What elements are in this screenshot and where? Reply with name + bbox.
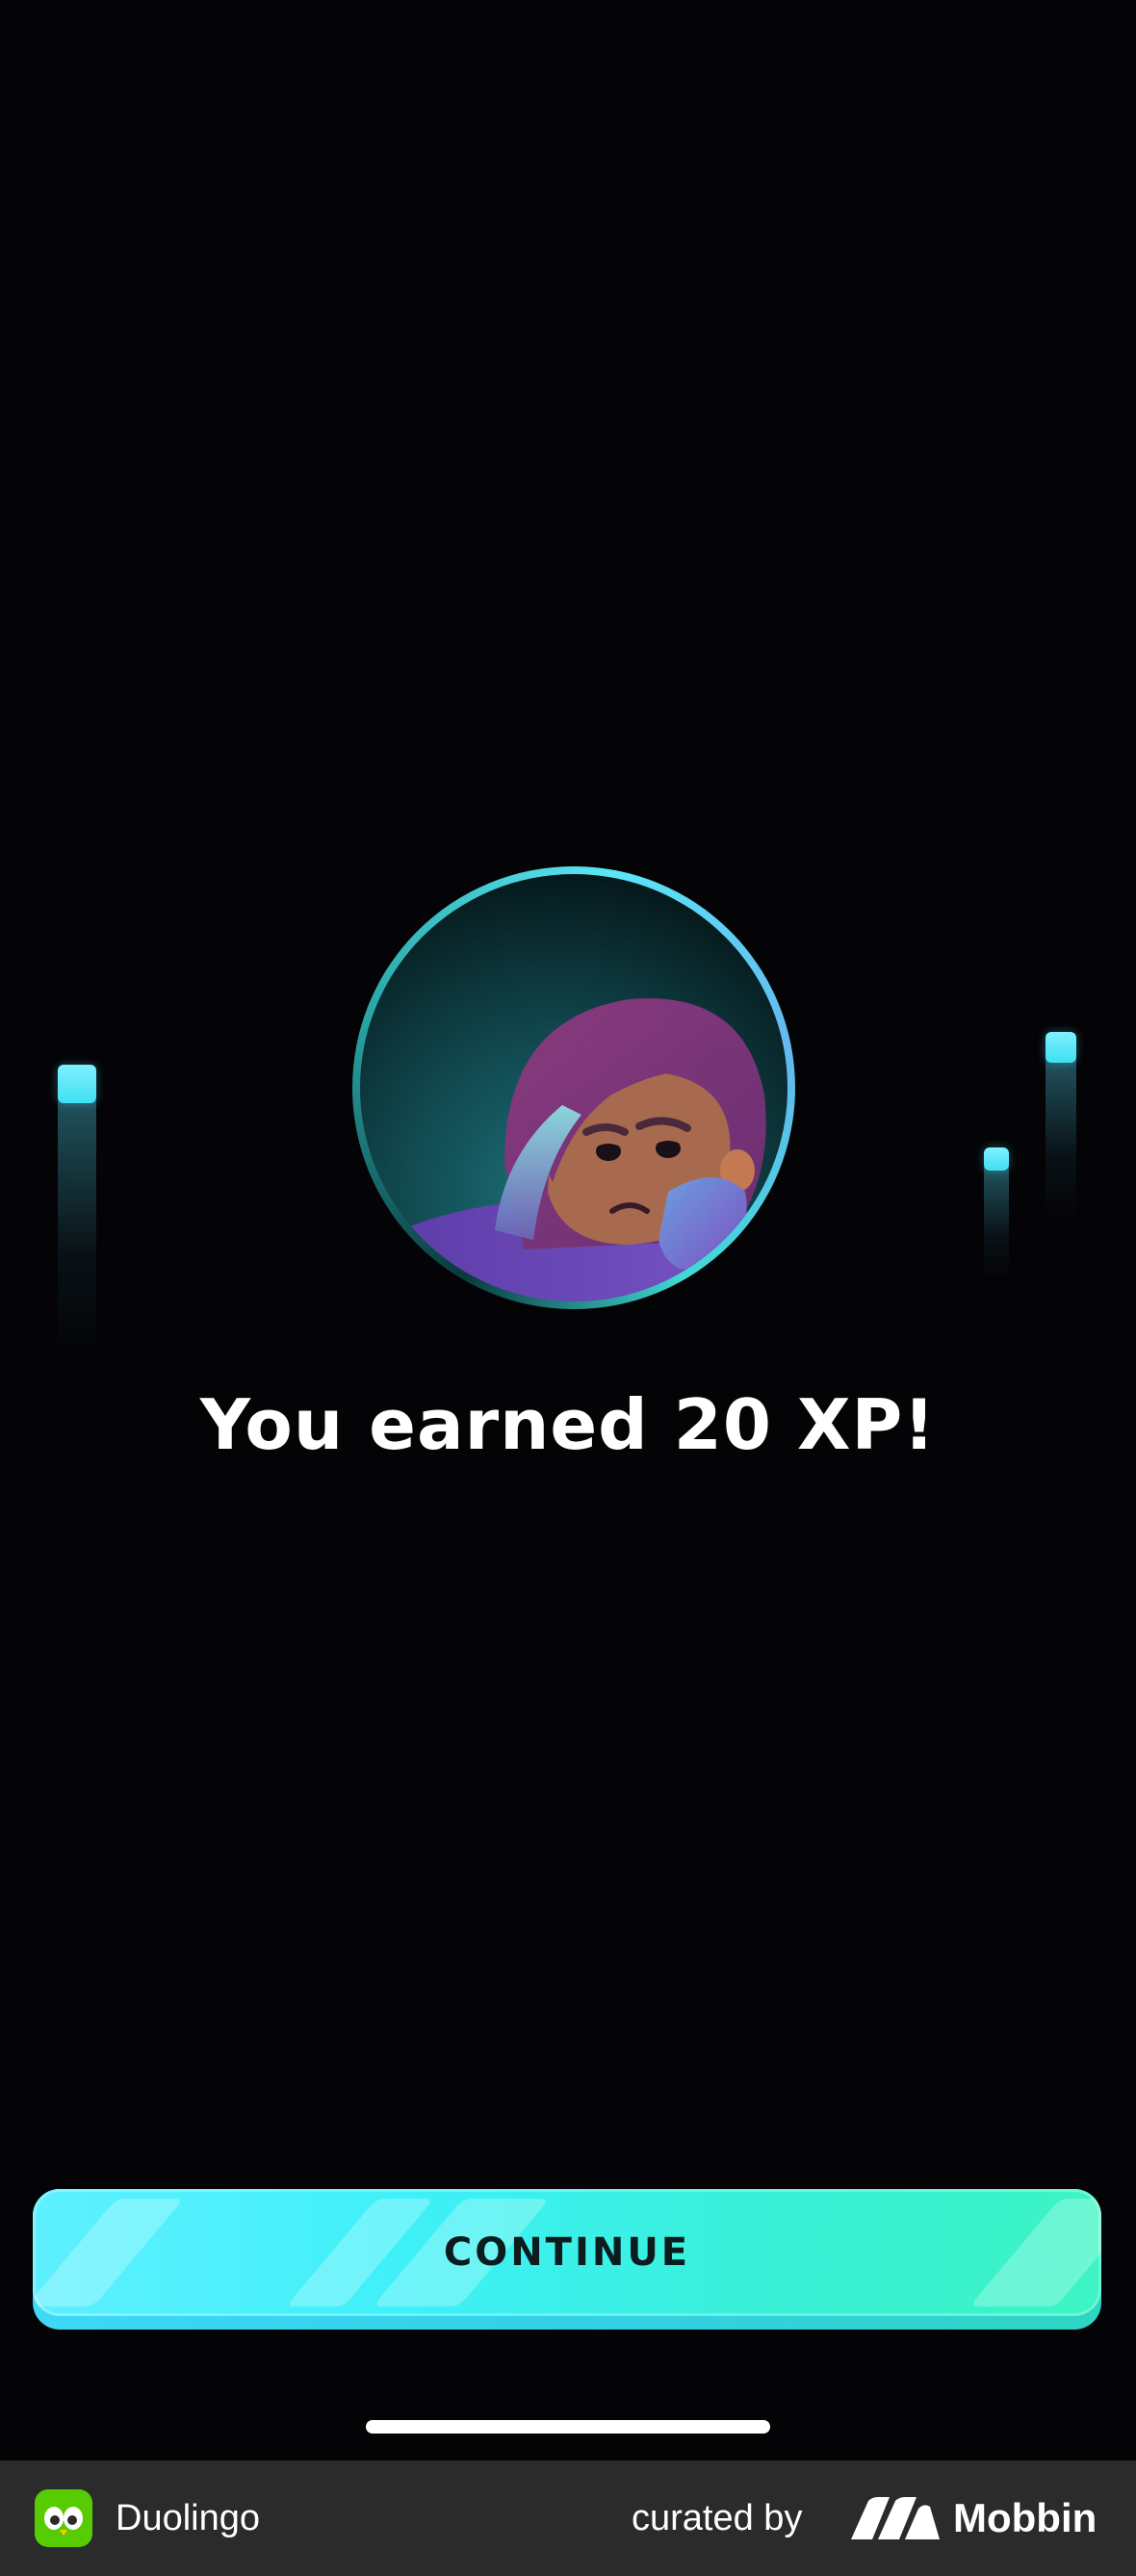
attribution-footer: Duolingo curated by Mobbin: [0, 2460, 1136, 2576]
character-avatar: [352, 866, 795, 1309]
continue-button[interactable]: CONTINUE: [33, 2189, 1101, 2330]
curated-by-label: curated by: [632, 2498, 803, 2538]
sparkle-right-small-icon: [984, 1147, 1009, 1282]
mobbin-logo-icon: [851, 2497, 940, 2539]
continue-button-face[interactable]: CONTINUE: [33, 2189, 1101, 2316]
mobbin-brand-name: Mobbin: [953, 2495, 1097, 2540]
home-indicator[interactable]: [366, 2420, 770, 2434]
continue-button-label[interactable]: CONTINUE: [33, 2189, 1101, 2316]
character-illustration: [360, 998, 787, 1301]
sparkle-left-icon: [58, 1065, 96, 1363]
duolingo-owl-icon: [35, 2489, 92, 2547]
sad-character-icon: [360, 874, 787, 1301]
app-name: Duolingo: [116, 2498, 260, 2538]
xp-earned-title: You earned 20 XP!: [199, 1384, 937, 1465]
lesson-complete-screen: You earned 20 XP! CONTINUE: [0, 0, 1136, 2460]
sparkle-right-tall-icon: [1046, 1032, 1076, 1224]
